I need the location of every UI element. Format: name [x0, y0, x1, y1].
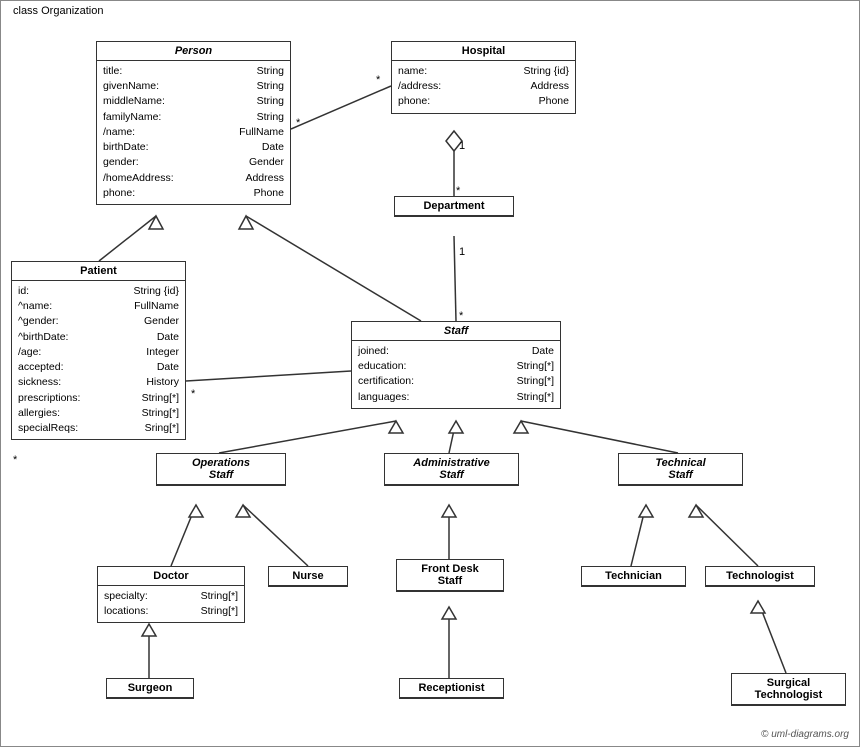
admin-staff-class: AdministrativeStaff: [384, 453, 519, 486]
technologist-class: Technologist: [705, 566, 815, 587]
doctor-class: Doctor specialty:String[*] locations:Str…: [97, 566, 245, 623]
technician-header: Technician: [582, 567, 685, 586]
person-header: Person: [97, 42, 290, 61]
surgical-technologist-class: SurgicalTechnologist: [731, 673, 846, 706]
technician-class: Technician: [581, 566, 686, 587]
patient-body: id:String {id} ^name:FullName ^gender:Ge…: [12, 281, 185, 439]
surgeon-class: Surgeon: [106, 678, 194, 699]
surgeon-header: Surgeon: [107, 679, 193, 698]
nurse-class: Nurse: [268, 566, 348, 587]
hospital-body: name:String {id} /address:Address phone:…: [392, 61, 575, 113]
surgical-technologist-header: SurgicalTechnologist: [732, 674, 845, 705]
svg-text:*: *: [13, 454, 18, 466]
department-header: Department: [395, 197, 513, 216]
technologist-header: Technologist: [706, 567, 814, 586]
diagram-title: class Organization: [9, 5, 108, 17]
svg-text:1: 1: [459, 246, 465, 258]
receptionist-header: Receptionist: [400, 679, 503, 698]
person-body: title:String givenName:String middleName…: [97, 61, 290, 204]
copyright: © uml-diagrams.org: [761, 729, 849, 740]
svg-text:*: *: [191, 388, 196, 400]
admin-staff-header: AdministrativeStaff: [385, 454, 518, 485]
svg-text:*: *: [376, 74, 381, 86]
doctor-body: specialty:String[*] locations:String[*]: [98, 586, 244, 622]
patient-class: Patient id:String {id} ^name:FullName ^g…: [11, 261, 186, 440]
technical-staff-header: TechnicalStaff: [619, 454, 742, 485]
front-desk-class: Front DeskStaff: [396, 559, 504, 592]
staff-body: joined:Date education:String[*] certific…: [352, 341, 560, 408]
doctor-header: Doctor: [98, 567, 244, 586]
receptionist-class: Receptionist: [399, 678, 504, 699]
diagram-container: class Organization * * 1 * 1 * *: [0, 0, 860, 747]
department-class: Department: [394, 196, 514, 217]
patient-header: Patient: [12, 262, 185, 281]
staff-class: Staff joined:Date education:String[*] ce…: [351, 321, 561, 409]
hospital-class: Hospital name:String {id} /address:Addre…: [391, 41, 576, 114]
staff-header: Staff: [352, 322, 560, 341]
nurse-header: Nurse: [269, 567, 347, 586]
person-class: Person title:String givenName:String mid…: [96, 41, 291, 205]
operations-staff-class: OperationsStaff: [156, 453, 286, 486]
operations-staff-header: OperationsStaff: [157, 454, 285, 485]
svg-text:1: 1: [459, 140, 465, 152]
svg-text:*: *: [296, 117, 301, 129]
hospital-header: Hospital: [392, 42, 575, 61]
technical-staff-class: TechnicalStaff: [618, 453, 743, 486]
front-desk-header: Front DeskStaff: [397, 560, 503, 591]
